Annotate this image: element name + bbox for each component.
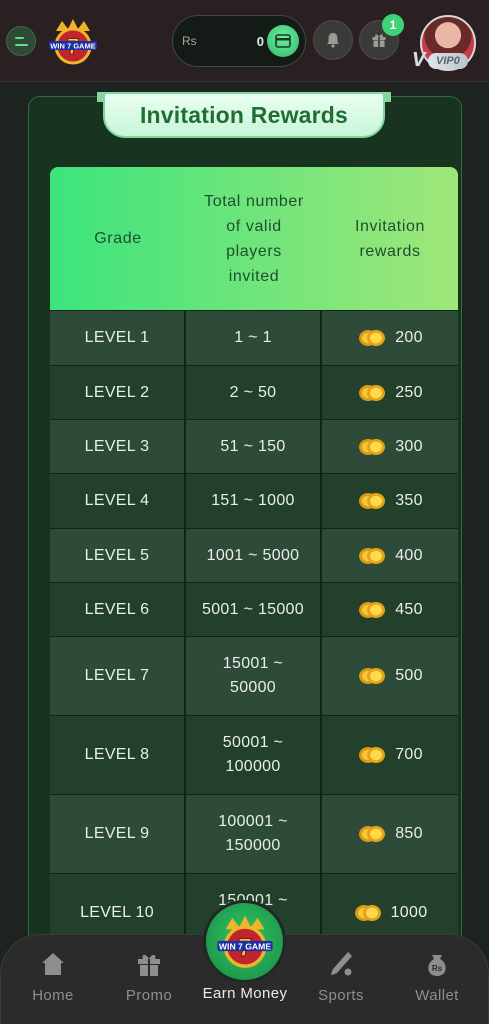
reward-amount: 300 [395,437,423,455]
reward-cell: 250 [322,366,458,419]
rewards-table: Grade Total number of valid players invi… [50,167,458,952]
nav-sports[interactable]: Sports [301,949,381,1013]
reward-amount: 850 [395,825,423,842]
grade-cell: LEVEL 2 [50,366,186,419]
reward-cell: 200 [322,311,458,365]
coin-icon [359,438,386,455]
coin-icon [354,905,381,921]
balance-amount: 0 [256,33,264,49]
coin-icon [359,384,386,401]
reward-amount: 450 [395,600,423,618]
notifications-button[interactable] [313,20,353,60]
coin-icon [359,668,386,684]
reward-cell: 450 [322,583,458,636]
reward-cell: 850 [322,795,458,873]
table-row: LEVEL 7 15001 ~ 50000 500 [50,636,458,715]
table-row: LEVEL 4 151 ~ 1000 350 [50,473,458,528]
coin-icon [359,547,386,564]
invited-cell: 50001 ~ 100000 [186,716,322,794]
gift-box-icon [138,954,160,976]
grade-cell: LEVEL 8 [50,716,186,794]
invited-cell: 151 ~ 1000 [186,474,322,528]
header-invited: Total number of valid players invited [204,192,304,285]
grade-cell: LEVEL 5 [50,529,186,582]
gift-count-badge: 1 [382,14,404,36]
invited-cell: 2 ~ 50 [186,366,322,419]
nav-label: Wallet [415,987,459,1004]
nav-label: Promo [125,987,173,1004]
wallet-icon [275,34,291,48]
wallet-icon: Rs [428,955,446,976]
reward-amount: 200 [395,329,423,346]
home-icon [42,953,64,975]
reward-cell: 700 [322,716,458,794]
grade-cell: LEVEL 3 [50,420,186,473]
nav-label: Home [32,987,74,1004]
grade-cell: LEVEL 7 [50,637,186,715]
invited-cell: 1 ~ 1 [186,311,322,365]
table-row: LEVEL 3 51 ~ 150 300 [50,419,458,473]
svg-text:WIN 7 GAME: WIN 7 GAME [50,42,95,51]
reward-amount: 350 [395,492,423,509]
page-title-banner: Invitation Rewards [103,92,385,138]
reward-cell: 350 [322,474,458,528]
grade-cell: LEVEL 1 [50,311,186,365]
header-rewards: Invitation rewards [354,217,426,260]
earn-money-center-button[interactable]: 7 WIN 7 GAME [203,900,286,983]
reward-cell: 500 [322,637,458,715]
currency-label: Rs [182,34,197,48]
reward-amount: 250 [395,383,423,401]
invited-cell: 51 ~ 150 [186,420,322,473]
menu-button[interactable] [6,26,36,56]
vip-label: VIP0 [428,52,468,69]
table-row: LEVEL 9 100001 ~ 150000 850 [50,794,458,873]
nav-label: Sports [318,987,364,1004]
coin-icon [359,330,386,346]
nav-wallet[interactable]: Rs Wallet [397,949,477,1013]
reward-amount: 500 [395,667,423,684]
page-title: Invitation Rewards [139,101,349,128]
invited-cell: 5001 ~ 15000 [186,583,322,636]
bell-icon [327,33,339,48]
table-row: LEVEL 1 1 ~ 1 200 [50,310,458,365]
nav-home[interactable]: Home [13,949,93,1013]
coin-icon [359,493,386,509]
cricket-icon [331,952,352,976]
svg-text:Rs: Rs [432,964,443,973]
menu-icon [14,36,28,46]
grade-cell: LEVEL 9 [50,795,186,873]
grade-cell: LEVEL 4 [50,474,186,528]
deposit-button[interactable] [267,25,299,57]
top-header: 7 WIN 7 GAME Rs 0 1 V VIP0 [0,0,489,82]
win7-logo-icon: 7 WIN 7 GAME [216,915,273,968]
vip-level-badge[interactable]: V VIP0 [412,49,478,71]
nav-label: Earn Money [202,985,288,1002]
invited-cell: 15001 ~ 50000 [186,637,322,715]
vip-letter: V [412,49,426,71]
table-row: LEVEL 2 2 ~ 50 250 [50,365,458,419]
svg-text:WIN 7 GAME: WIN 7 GAME [218,941,270,951]
grade-cell: LEVEL 6 [50,583,186,636]
reward-amount: 700 [395,746,423,763]
reward-amount: 400 [395,546,423,564]
header-grade: Grade [94,230,142,247]
table-header: Grade Total number of valid players invi… [50,167,458,310]
reward-amount: 1000 [390,904,428,921]
coin-icon [359,826,386,842]
balance-display: Rs 0 [172,15,306,67]
coin-icon [359,747,386,763]
app-logo[interactable]: 7 WIN 7 GAME [46,17,100,67]
coin-icon [359,601,386,618]
reward-cell: 300 [322,420,458,473]
table-row: LEVEL 8 50001 ~ 100000 700 [50,715,458,794]
invited-cell: 1001 ~ 5000 [186,529,322,582]
table-row: LEVEL 6 5001 ~ 15000 450 [50,582,458,636]
invited-cell: 100001 ~ 150000 [186,795,322,873]
table-row: LEVEL 5 1001 ~ 5000 400 [50,528,458,582]
reward-cell: 400 [322,529,458,582]
nav-promo[interactable]: Promo [109,949,189,1013]
